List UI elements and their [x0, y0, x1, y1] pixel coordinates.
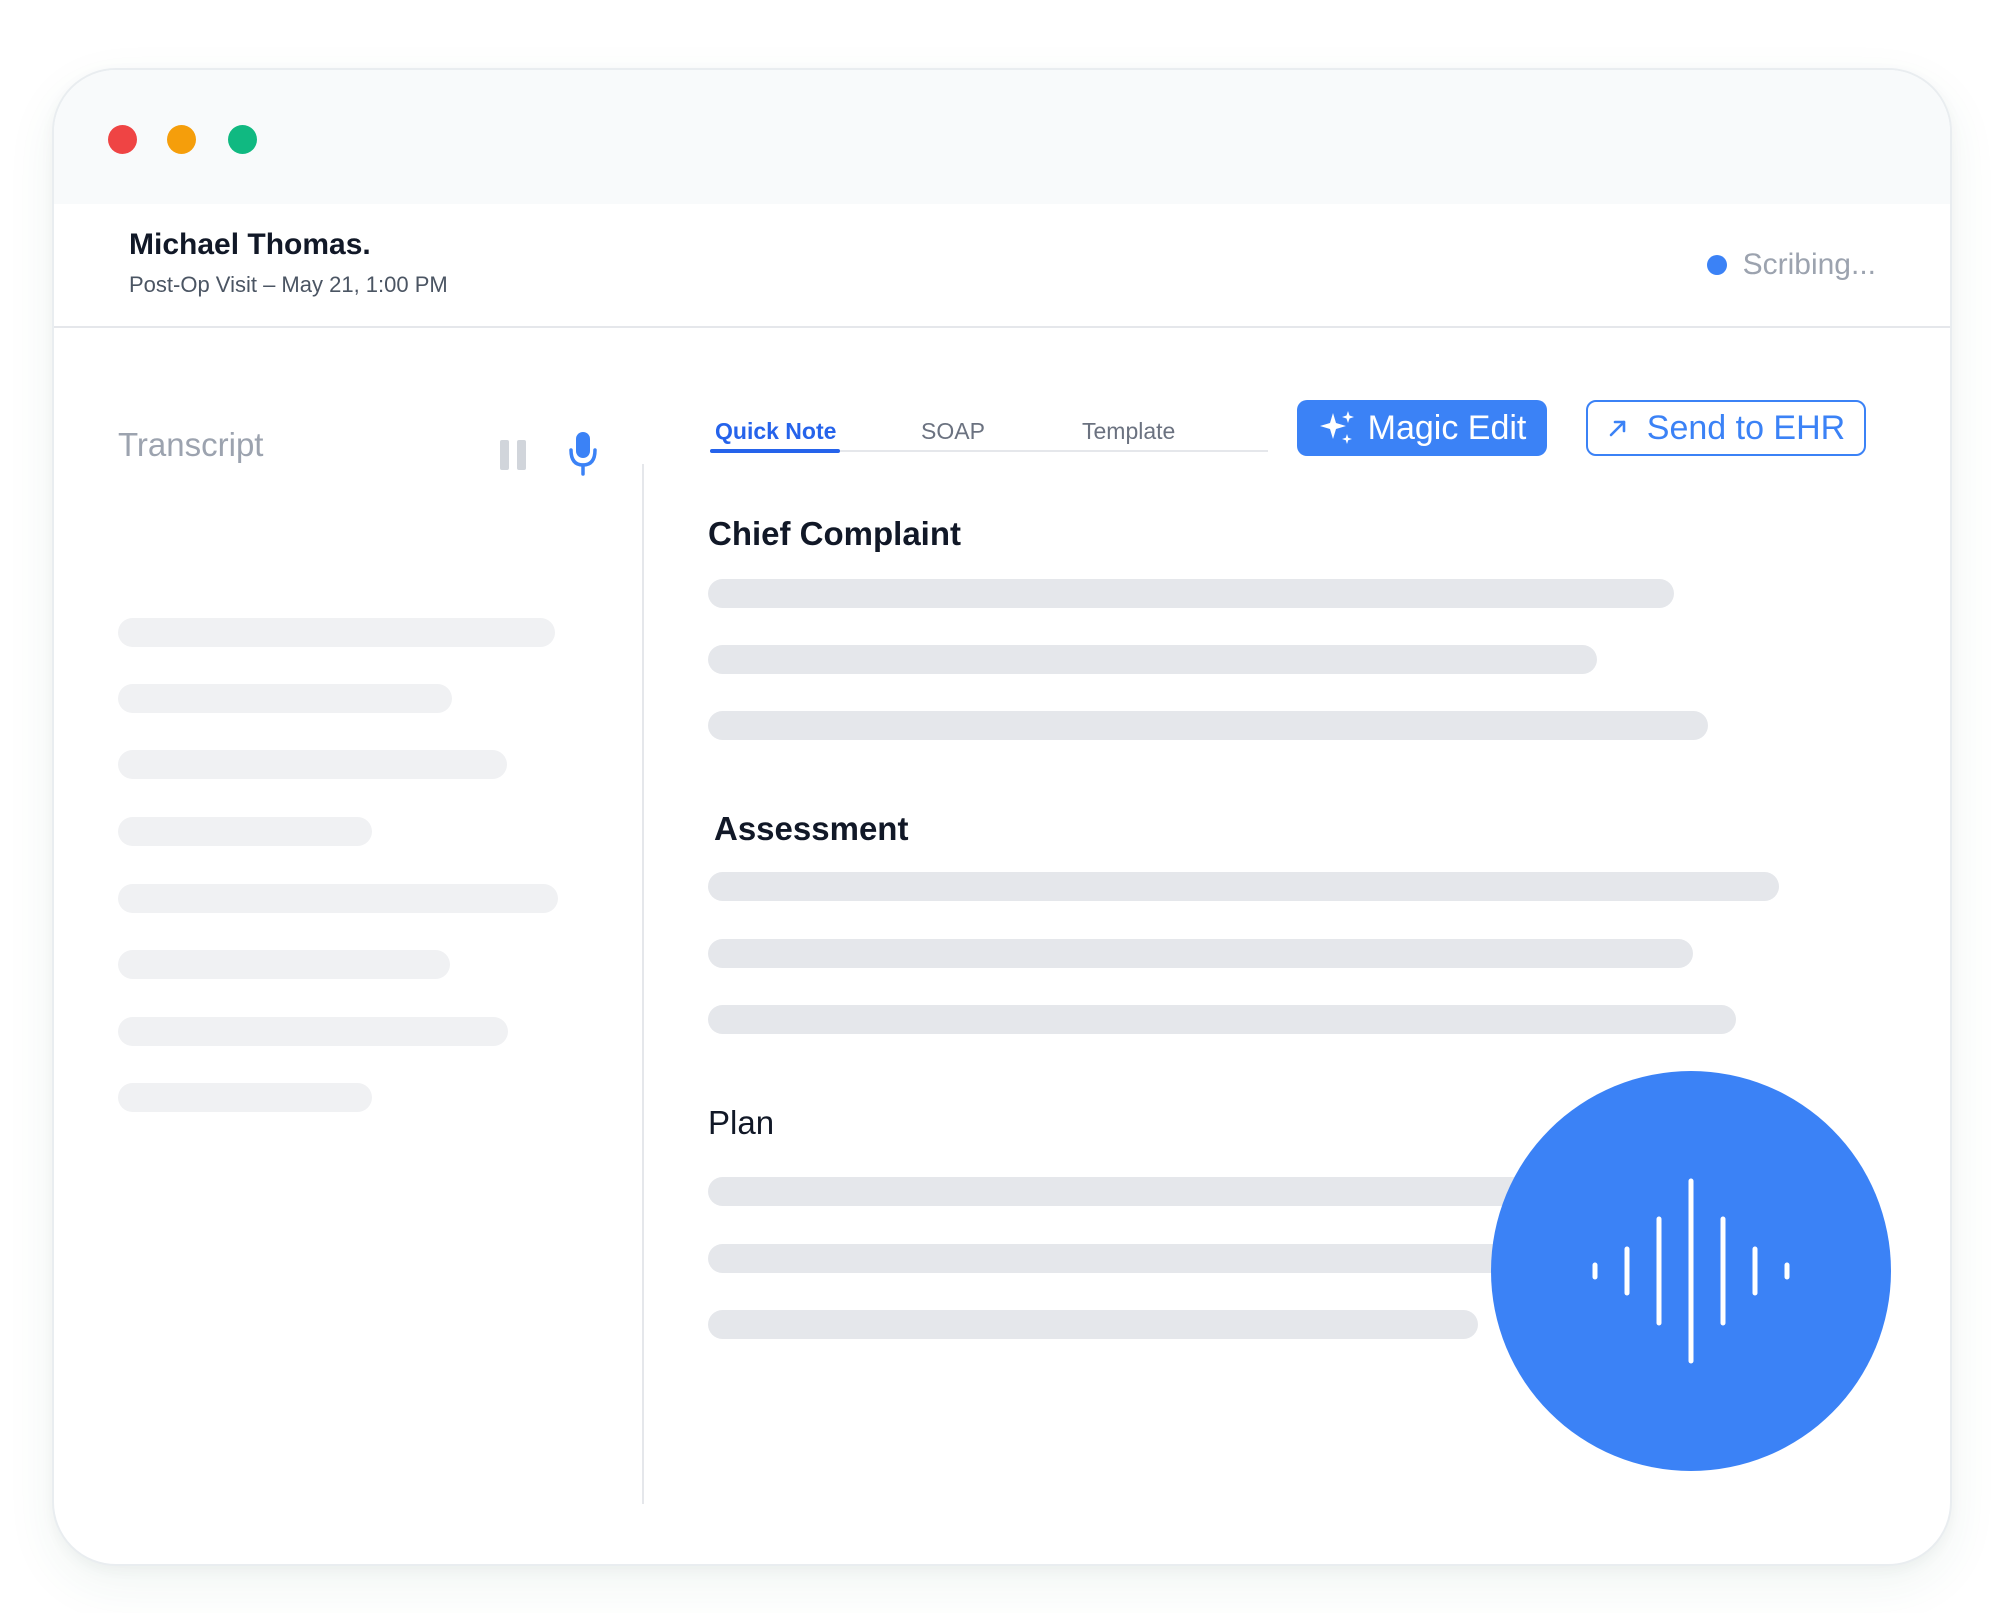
maximize-window-button[interactable] [228, 125, 257, 154]
patient-name: Michael Thomas. [129, 228, 371, 261]
transcript-placeholder-line [118, 1083, 372, 1112]
note-placeholder-line [708, 711, 1708, 740]
note-placeholder-line [708, 1005, 1736, 1034]
tab-soap[interactable]: SOAP [921, 418, 985, 445]
active-tab-indicator [710, 449, 840, 453]
send-to-ehr-label: Send to EHR [1646, 408, 1846, 447]
note-placeholder-line [708, 645, 1597, 674]
panel-divider [642, 464, 644, 1504]
section-title-chief-complaint: Chief Complaint [708, 515, 961, 552]
transcript-placeholder-line [118, 884, 558, 913]
note-placeholder-line [708, 1310, 1478, 1339]
arrow-up-right-icon [1609, 420, 1626, 437]
section-title-plan: Plan [708, 1104, 775, 1141]
send-to-ehr-button[interactable]: Send to EHR [1586, 400, 1866, 456]
sound-wave-icon [1592, 1178, 1790, 1364]
note-placeholder-line [708, 872, 1779, 901]
title-bar [54, 70, 1950, 204]
transcript-placeholder-line [118, 1017, 508, 1046]
tab-quick-note[interactable]: Quick Note [715, 418, 836, 445]
note-placeholder-line [708, 579, 1674, 608]
status-dot-icon [1706, 255, 1727, 275]
minimize-window-button[interactable] [167, 125, 196, 154]
magic-edit-label: Magic Edit [1367, 408, 1527, 447]
status-text: Scribing... [1742, 248, 1876, 281]
close-window-button[interactable] [108, 125, 137, 154]
transcript-placeholder-line [118, 618, 555, 647]
note-placeholder-line [708, 939, 1693, 968]
transcript-placeholder-line [118, 750, 507, 779]
magic-edit-button[interactable]: Magic Edit [1297, 400, 1547, 456]
section-title-assessment: Assessment [714, 810, 909, 847]
note-placeholder-line [708, 1244, 1528, 1273]
transcript-placeholder-line [118, 684, 452, 713]
visit-header: Michael Thomas. Post-Op Visit – May 21, … [54, 204, 1950, 328]
transcript-placeholder-line [118, 817, 372, 846]
voice-record-button[interactable] [1491, 1071, 1891, 1471]
transcript-placeholder-line [118, 950, 450, 979]
transcript-panel: Transcript [54, 328, 642, 1564]
microphone-icon[interactable] [568, 430, 598, 476]
note-placeholder-line [708, 1177, 1528, 1206]
visit-info: Post-Op Visit – May 21, 1:00 PM [129, 272, 448, 297]
note-tabs: Quick Note SOAP Template [710, 342, 1268, 453]
tab-template[interactable]: Template [1082, 418, 1175, 445]
pause-icon[interactable] [500, 440, 526, 470]
scribing-status: Scribing... [1706, 248, 1876, 282]
sparkles-icon [1319, 411, 1354, 444]
transcript-title: Transcript [118, 426, 264, 463]
